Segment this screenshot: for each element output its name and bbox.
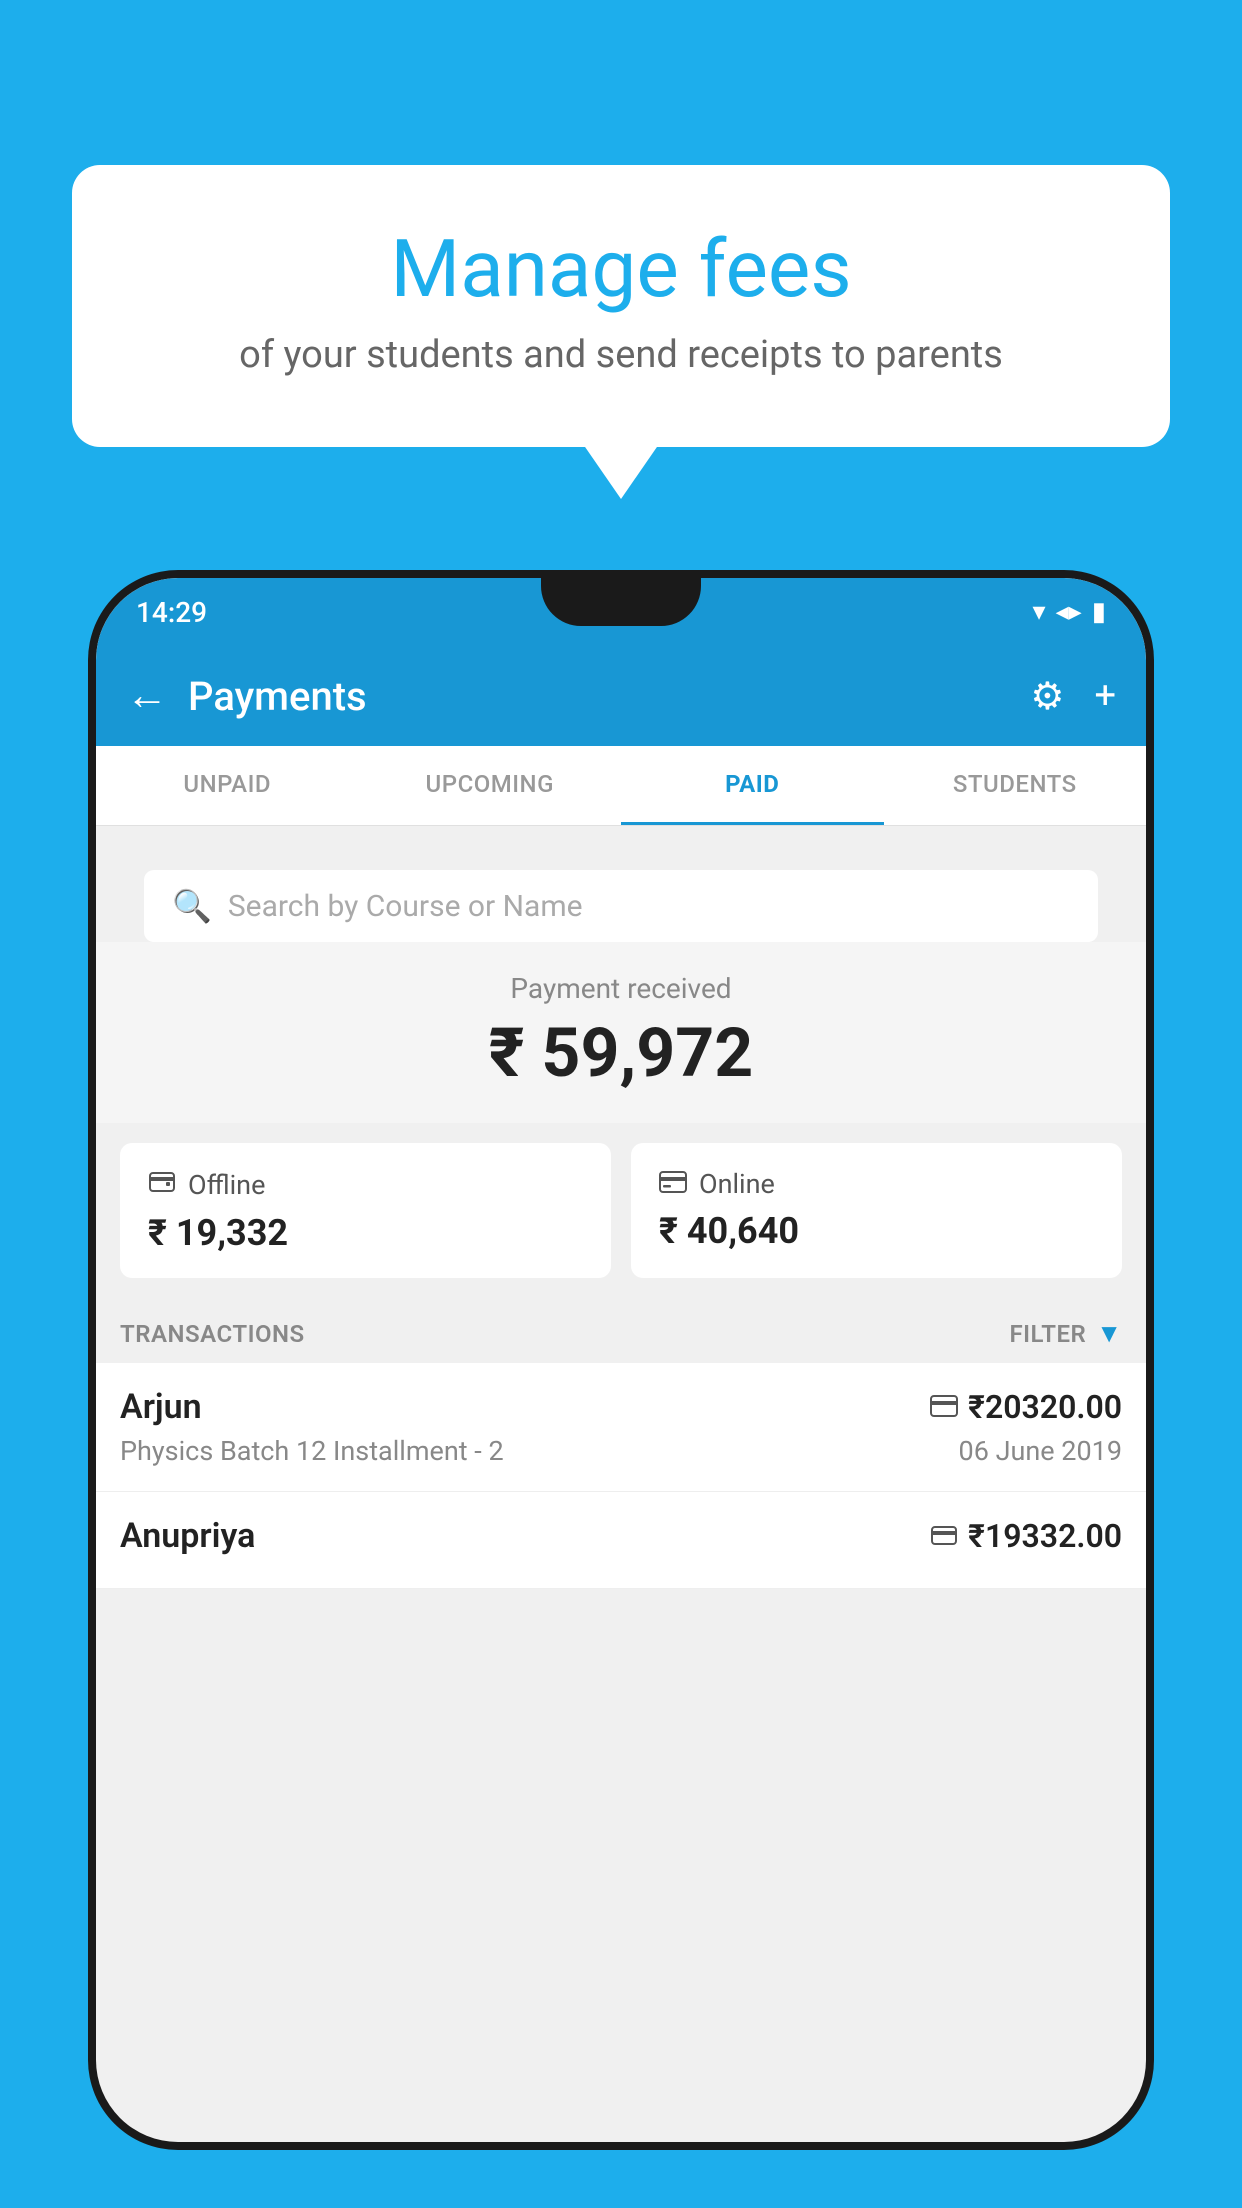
back-button[interactable]: ← [126, 675, 168, 717]
status-time: 14:29 [136, 596, 207, 629]
header-left: ← Payments [126, 673, 367, 720]
tab-upcoming[interactable]: UPCOMING [359, 746, 622, 825]
transactions-header: TRANSACTIONS FILTER ▼ [96, 1298, 1146, 1363]
filter-icon: ▼ [1096, 1318, 1122, 1349]
offline-icon [148, 1167, 176, 1202]
search-bar[interactable]: 🔍 Search by Course or Name [144, 870, 1098, 942]
transaction-type-icon [930, 1391, 958, 1424]
speech-bubble-subtitle: of your students and send receipts to pa… [122, 333, 1120, 377]
table-row[interactable]: Anupriya ₹19332.00 [96, 1492, 1146, 1589]
phone-screen: 14:29 ▾ ◂▸ ▮ ← Payments ⚙ + [96, 578, 1146, 2142]
app-header: ← Payments ⚙ + [96, 646, 1146, 746]
transaction-name: Anupriya [120, 1516, 255, 1556]
transaction-course: Physics Batch 12 Installment - 2 [120, 1435, 504, 1467]
phone-frame: 14:29 ▾ ◂▸ ▮ ← Payments ⚙ + [88, 570, 1154, 2150]
transactions-list: Arjun ₹20320.00 [96, 1363, 1146, 1589]
add-button[interactable]: + [1094, 674, 1116, 718]
page-title: Payments [188, 673, 367, 720]
offline-label: Offline [188, 1169, 265, 1201]
table-row[interactable]: Arjun ₹20320.00 [96, 1363, 1146, 1492]
filter-button[interactable]: FILTER ▼ [1009, 1318, 1122, 1349]
transaction-amount-container: ₹19332.00 [930, 1517, 1122, 1555]
search-input[interactable]: Search by Course or Name [228, 889, 583, 924]
offline-payment-card: Offline ₹ 19,332 [120, 1143, 611, 1278]
wifi-icon: ▾ [1033, 597, 1046, 627]
payment-received-label: Payment received [96, 972, 1146, 1005]
filter-label: FILTER [1009, 1320, 1086, 1348]
speech-bubble-card: Manage fees of your students and send re… [72, 165, 1170, 447]
tab-paid[interactable]: PAID [621, 746, 884, 825]
transactions-label: TRANSACTIONS [120, 1320, 305, 1348]
tab-students[interactable]: STUDENTS [884, 746, 1147, 825]
offline-card-header: Offline [148, 1167, 583, 1202]
transaction-amount: ₹20320.00 [968, 1388, 1122, 1426]
search-icon: 🔍 [172, 887, 212, 925]
signal-icon: ◂▸ [1056, 597, 1082, 627]
transaction-amount-container: ₹20320.00 [930, 1388, 1122, 1426]
payment-received-amount: ₹ 59,972 [96, 1013, 1146, 1093]
battery-icon: ▮ [1092, 597, 1106, 627]
transaction-row2: Physics Batch 12 Installment - 2 06 June… [120, 1435, 1122, 1467]
transaction-type-icon [930, 1520, 958, 1553]
tabs-bar: UNPAID UPCOMING PAID STUDENTS [96, 746, 1146, 826]
payment-cards-row: Offline ₹ 19,332 [120, 1143, 1122, 1278]
transaction-row1: Arjun ₹20320.00 [120, 1387, 1122, 1427]
tab-unpaid[interactable]: UNPAID [96, 746, 359, 825]
online-card-header: Online [659, 1167, 1094, 1200]
online-payment-card: Online ₹ 40,640 [631, 1143, 1122, 1278]
online-label: Online [699, 1168, 775, 1200]
screen-content: 🔍 Search by Course or Name Payment recei… [96, 826, 1146, 2142]
transaction-amount: ₹19332.00 [968, 1517, 1122, 1555]
payment-received-section: Payment received ₹ 59,972 [96, 942, 1146, 1123]
status-icons: ▾ ◂▸ ▮ [1033, 597, 1106, 627]
transaction-row1: Anupriya ₹19332.00 [120, 1516, 1122, 1556]
transaction-date: 06 June 2019 [959, 1435, 1122, 1467]
phone-notch [541, 578, 701, 626]
transaction-name: Arjun [120, 1387, 202, 1427]
offline-amount: ₹ 19,332 [148, 1212, 583, 1254]
online-icon [659, 1167, 687, 1200]
speech-bubble-title: Manage fees [122, 225, 1120, 313]
settings-button[interactable]: ⚙ [1030, 674, 1064, 719]
header-right: ⚙ + [1030, 674, 1116, 719]
online-amount: ₹ 40,640 [659, 1210, 1094, 1252]
